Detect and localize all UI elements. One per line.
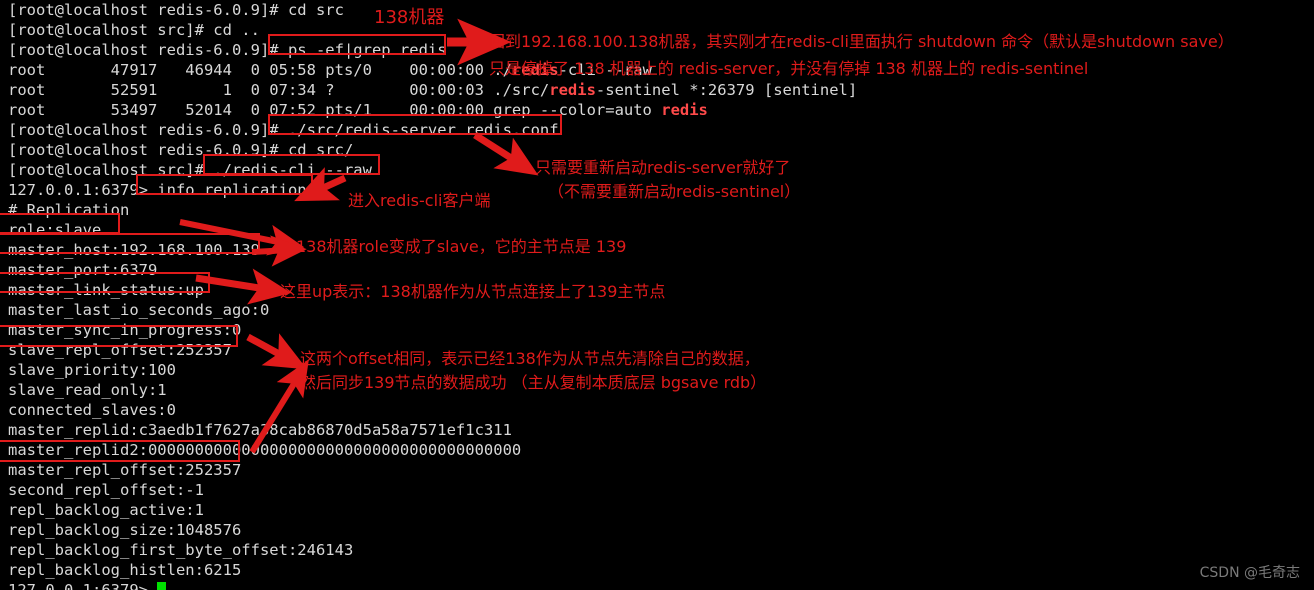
annotation-offset-note-line2: 然后同步139节点的数据成功 （主从复制本质底层 bgsave rdb）	[300, 373, 767, 392]
terminal-line: 127.0.0.1:6379>	[8, 580, 167, 590]
annotation-shutdown-note-line1: 回到192.168.100.138机器，其实刚才在redis-cli里面执行 s…	[489, 32, 1234, 51]
terminal-line: repl_backlog_first_byte_offset:246143	[8, 541, 354, 559]
terminal-line: master_repl_offset:252357	[8, 461, 242, 479]
terminal-line: master_host:192.168.100.139	[8, 241, 260, 259]
terminal-line: master_port:6379	[8, 261, 158, 279]
grep-match: redis	[661, 101, 708, 119]
annotation-shutdown-note-line2: 只是停掉了 138 机器上的 redis-server，并没有停掉 138 机器…	[489, 59, 1089, 78]
terminal-screenshot: [root@localhost redis-6.0.9]# cd src [roo…	[0, 0, 1314, 590]
terminal-line: [root@localhost redis-6.0.9]# cd src	[8, 1, 344, 19]
terminal-line: slave_repl_offset:252357	[8, 341, 232, 359]
terminal-line: 127.0.0.1:6379> info replication	[8, 181, 307, 199]
annotation-machine-label: 138机器	[374, 7, 445, 28]
terminal-line: slave_priority:100	[8, 361, 176, 379]
terminal-line: # Replication	[8, 201, 130, 219]
terminal-cursor	[157, 582, 167, 590]
annotation-link-up-note: 这里up表示：138机器作为从节点连接上了139主节点	[280, 282, 666, 301]
terminal-line: master_replid2:0000000000000000000000000…	[8, 441, 522, 459]
terminal-line: role:slave	[8, 221, 102, 239]
terminal-line: slave_read_only:1	[8, 381, 167, 399]
terminal-line: master_sync_in_progress:0	[8, 321, 242, 339]
annotation-enter-cli-note: 进入redis-cli客户端	[348, 191, 491, 210]
terminal-line: master_replid:c3aedb1f7627a38cab86870d5a…	[8, 421, 512, 439]
terminal-line: repl_backlog_histlen:6215	[8, 561, 242, 579]
terminal-line: repl_backlog_size:1048576	[8, 521, 242, 539]
annotation-role-slave-note: 138机器role变成了slave，它的主节点是 139	[296, 237, 627, 256]
terminal-line: root 52591 1 0 07:34 ? 00:00:03 ./src/re…	[8, 81, 858, 99]
terminal-line: [root@localhost src]# ./redis-cli --raw	[8, 161, 372, 179]
terminal-line: master_last_io_seconds_ago:0	[8, 301, 270, 319]
annotation-restart-note-line1: 只需要重新启动redis-server就好了	[535, 158, 791, 177]
annotation-restart-note-line2: （不需要重新启动redis-sentinel）	[548, 182, 801, 201]
terminal-line: root 53497 52014 0 07:52 pts/1 00:00:00 …	[8, 101, 708, 119]
annotation-offset-note-line1: 这两个offset相同，表示已经138作为从节点先清除自己的数据，	[300, 349, 760, 368]
csdn-watermark: CSDN @毛奇志	[1199, 565, 1300, 581]
terminal-line: [root@localhost src]# cd ..	[8, 21, 260, 39]
terminal-line: [root@localhost redis-6.0.9]# ps -ef|gre…	[8, 41, 447, 59]
terminal-line: second_repl_offset:-1	[8, 481, 204, 499]
terminal-line: [root@localhost redis-6.0.9]# ./src/redi…	[8, 121, 559, 139]
terminal-line: repl_backlog_active:1	[8, 501, 204, 519]
terminal-line: master_link_status:up	[8, 281, 204, 299]
terminal-line: connected_slaves:0	[8, 401, 176, 419]
terminal-line: [root@localhost redis-6.0.9]# cd src/	[8, 141, 354, 159]
grep-match: redis	[549, 81, 596, 99]
